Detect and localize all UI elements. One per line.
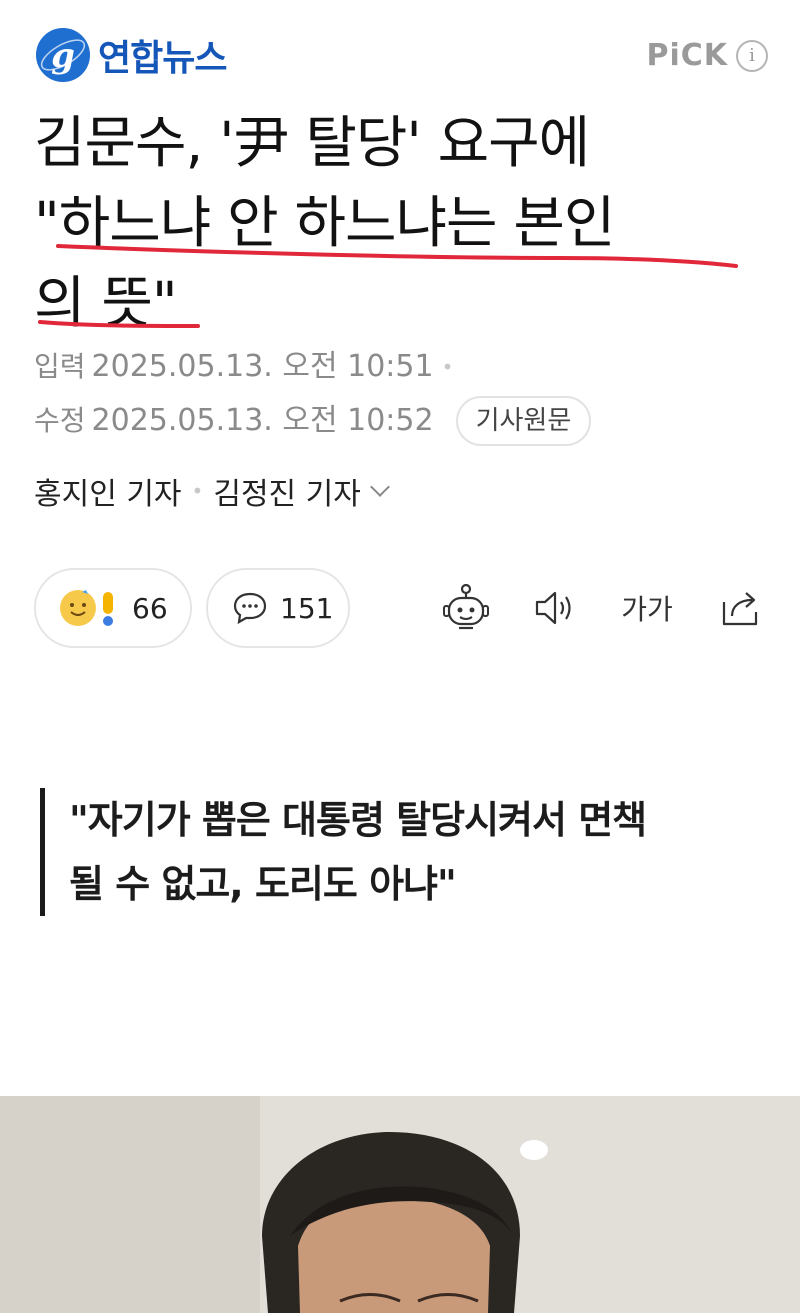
updated-row: 수정 2025.05.13. 오전 10:52 기사원문: [34, 394, 592, 448]
action-bar: 66 151 가가: [34, 568, 766, 648]
yonhap-logo-icon: g: [36, 28, 90, 82]
published-label: 입력: [34, 350, 86, 383]
font-size-button[interactable]: 가가: [612, 582, 682, 634]
headline-line-3: 의 뜻": [34, 271, 178, 336]
smile-emoji-icon: [60, 590, 96, 626]
headline-line-2: "하느냐 안 하느냐는 본인: [34, 191, 615, 256]
article-headline: 김문수, '尹 탈당' 요구에 "하느냐 안 하느냐는 본인 의 뜻": [34, 104, 754, 344]
separator-dot: •: [191, 479, 204, 503]
published-time: 2025.05.13. 오전 10:51: [91, 349, 434, 384]
ai-summary-bot-icon[interactable]: [440, 582, 492, 634]
headline-line-1: 김문수, '尹 탈당' 요구에: [34, 111, 590, 176]
reaction-button[interactable]: 66: [34, 568, 192, 648]
reaction-count: 66: [132, 591, 168, 625]
separator-dot: •: [441, 355, 454, 379]
reporter-1[interactable]: 홍지인 기자: [34, 469, 182, 513]
surprise-emoji-icon: [98, 590, 118, 626]
brand-name: 연합뉴스: [98, 38, 227, 79]
updated-time: 2025.05.13. 오전 10:52: [91, 403, 434, 438]
header: g 연합뉴스 PiCK i: [36, 28, 768, 84]
comment-count: 151: [280, 591, 334, 625]
chevron-down-icon[interactable]: [369, 477, 390, 497]
photo-person-illustration: [0, 1096, 800, 1313]
article-meta: 입력 2025.05.13. 오전 10:51 • 수정 2025.05.13.…: [34, 340, 592, 448]
article-photo[interactable]: [0, 1096, 800, 1313]
pick-badge[interactable]: PiCK i: [646, 38, 768, 73]
quote-line-2: 될 수 없고, 도리도 아냐": [69, 862, 457, 906]
quote-line-1: "자기가 뽑은 대통령 탈당시켜서 면책: [69, 798, 647, 842]
published-row: 입력 2025.05.13. 오전 10:51 •: [34, 340, 591, 394]
share-icon[interactable]: [716, 582, 768, 634]
info-icon[interactable]: i: [736, 39, 768, 72]
reporters[interactable]: 홍지인 기자 • 김정진 기자: [34, 468, 390, 514]
comment-button[interactable]: 151: [206, 568, 350, 648]
pick-label: PiCK: [646, 38, 728, 73]
brand-logo[interactable]: g 연합뉴스: [36, 28, 227, 82]
font-size-label: 가가: [621, 593, 673, 626]
original-article-button[interactable]: 기사원문: [455, 396, 592, 446]
pull-quote: "자기가 뽑은 대통령 탈당시켜서 면책 될 수 없고, 도리도 아냐": [40, 788, 740, 916]
svg-text:g: g: [51, 36, 75, 76]
updated-label: 수정: [34, 404, 86, 437]
comment-icon: [232, 591, 268, 625]
speaker-icon[interactable]: [530, 582, 582, 634]
reporter-2[interactable]: 김정진 기자: [213, 469, 361, 513]
